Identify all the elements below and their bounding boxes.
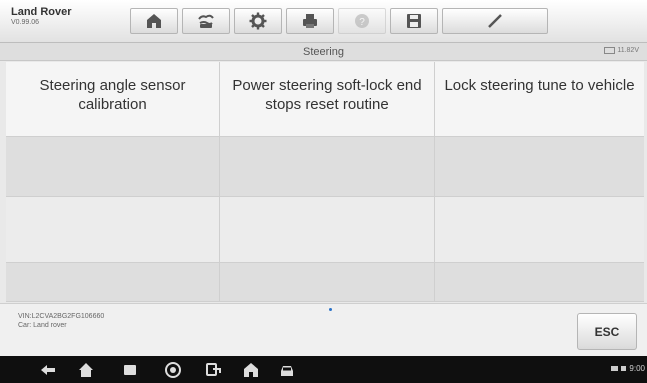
home-diagnostics-button[interactable] xyxy=(241,360,261,380)
edit-icon xyxy=(488,14,502,28)
notification-icon xyxy=(611,366,619,371)
battery-voltage-value: 11.82V xyxy=(617,47,639,54)
vehicle-button[interactable] xyxy=(277,360,297,380)
edit-button[interactable] xyxy=(442,8,548,34)
vehicle-swap-button[interactable] xyxy=(182,8,230,34)
help-icon: ? xyxy=(355,14,369,28)
empty-cell xyxy=(6,137,220,197)
function-grid: Steering angle sensor calibration Power … xyxy=(6,62,644,302)
brand-name: Land Rover xyxy=(11,6,72,18)
empty-cell xyxy=(435,263,644,302)
system-navigation-bar: 9:00 xyxy=(0,356,647,383)
battery-icon xyxy=(604,47,616,54)
top-toolbar: Land Rover V0.99.06 ? xyxy=(0,0,647,43)
car-text: Car: Land rover xyxy=(18,322,67,329)
print-button[interactable] xyxy=(286,8,334,34)
recent-apps-button[interactable] xyxy=(120,360,140,380)
home-icon xyxy=(79,363,93,377)
home-icon xyxy=(147,14,161,28)
software-version: V0.99.06 xyxy=(11,19,40,26)
save-button[interactable] xyxy=(390,8,438,34)
battery-voltage: 11.82V xyxy=(604,47,639,54)
vehicle-info: VIN:L2CVA2BG2FG106660 Car: Land rover xyxy=(18,312,104,330)
empty-cell xyxy=(220,197,435,263)
vci-connection-icon xyxy=(206,363,221,376)
svg-text:?: ? xyxy=(359,17,365,28)
clock: 9:00 xyxy=(629,364,645,373)
footer-bar: VIN:L2CVA2BG2FG106660 Car: Land rover ES… xyxy=(0,303,647,356)
page-indicator xyxy=(329,308,332,311)
empty-cell xyxy=(435,137,644,197)
function-power-steering-reset[interactable]: Power steering soft-lock end stops reset… xyxy=(220,62,435,137)
empty-cell xyxy=(220,263,435,302)
browser-button[interactable] xyxy=(163,360,183,380)
car-icon xyxy=(281,366,293,376)
vehicle-swap-icon xyxy=(198,14,214,28)
back-icon xyxy=(41,365,55,375)
back-button[interactable] xyxy=(38,360,58,380)
empty-cell xyxy=(6,263,220,302)
function-steering-angle-calibration[interactable]: Steering angle sensor calibration xyxy=(6,62,220,137)
browser-icon xyxy=(165,362,181,378)
status-area: 9:00 xyxy=(611,364,645,373)
home-button[interactable] xyxy=(130,8,178,34)
settings-icon xyxy=(249,12,267,30)
function-label: Power steering soft-lock end stops reset… xyxy=(232,77,422,113)
title-bar: Steering 11.82V xyxy=(0,43,647,61)
function-label: Lock steering tune to vehicle xyxy=(444,77,635,94)
function-lock-steering-tune[interactable]: Lock steering tune to vehicle xyxy=(435,62,644,137)
help-button[interactable]: ? xyxy=(338,8,386,34)
vin-text: VIN:L2CVA2BG2FG106660 xyxy=(18,313,105,320)
empty-cell xyxy=(220,137,435,197)
settings-button[interactable] xyxy=(234,8,282,34)
diagnostics-home-icon xyxy=(244,363,258,377)
home-nav-button[interactable] xyxy=(76,360,96,380)
esc-button[interactable]: ESC xyxy=(577,313,637,350)
wifi-icon xyxy=(621,366,627,371)
recent-apps-icon xyxy=(124,365,136,375)
empty-cell xyxy=(435,197,644,263)
save-icon xyxy=(407,14,421,28)
vci-connection-button[interactable] xyxy=(203,360,223,380)
empty-cell xyxy=(6,197,220,263)
print-icon xyxy=(303,14,317,28)
page-title: Steering xyxy=(303,46,344,58)
vehicle-brand: Land Rover V0.99.06 xyxy=(11,6,72,28)
function-label: Steering angle sensor calibration xyxy=(39,77,186,113)
